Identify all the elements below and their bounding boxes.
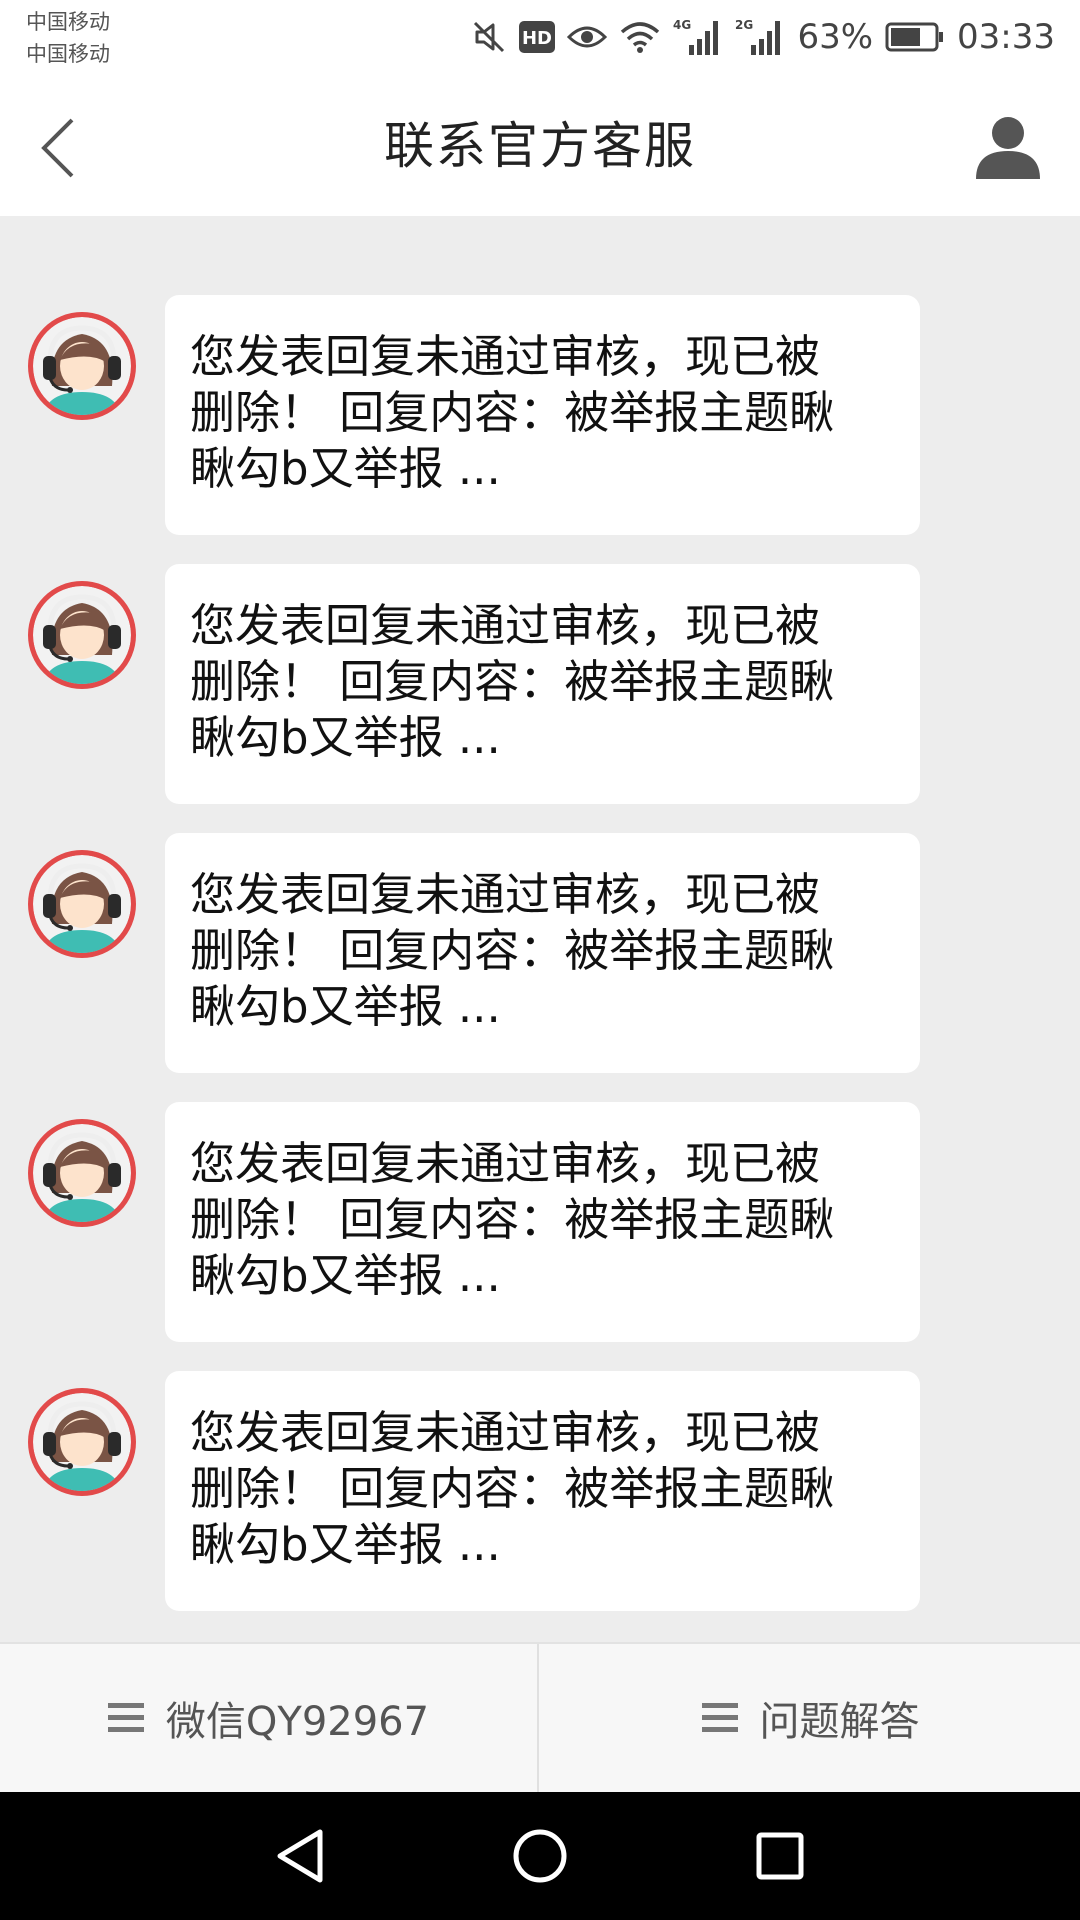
mute-icon [474, 21, 505, 53]
tab-faq[interactable]: 问题解答 [541, 1644, 1080, 1792]
message-text-line: 您发表回复未通过审核，现已被 [190, 1137, 821, 1190]
message-text-line: 您发表回复未通过审核，现已被 [190, 1406, 821, 1459]
svg-text:4G: 4G [673, 18, 691, 32]
message-text-line: 删除！ 回复内容：被举报主题瞅 [190, 386, 835, 439]
carrier-1: 中国移动 [26, 10, 110, 34]
nav-recents-button[interactable] [742, 1818, 818, 1894]
message-text-line: 瞅勾b又举报 ... [190, 711, 501, 764]
message-text-line: 瞅勾b又举报 ... [190, 1249, 501, 1302]
message-bubble[interactable]: 您发表回复未通过审核，现已被 删除！ 回复内容：被举报主题瞅 瞅勾b又举报 ... [165, 564, 920, 804]
menu-icon [107, 1703, 144, 1732]
message-bubble[interactable]: 您发表回复未通过审核，现已被 删除！ 回复内容：被举报主题瞅 瞅勾b又举报 ... [165, 1371, 920, 1611]
support-agent-avatar[interactable] [28, 581, 136, 689]
system-nav-bar [0, 1792, 1080, 1920]
support-agent-avatar[interactable] [28, 1119, 136, 1227]
tab-wechat-label: 微信QY92967 [165, 1699, 430, 1745]
recents-square-icon [756, 1832, 804, 1880]
message-bubble[interactable]: 您发表回复未通过审核，现已被 删除！ 回复内容：被举报主题瞅 瞅勾b又举报 ... [165, 1102, 920, 1342]
message-text-line: 删除！ 回复内容：被举报主题瞅 [190, 655, 835, 708]
back-triangle-icon [277, 1829, 323, 1883]
support-agent-avatar[interactable] [28, 1388, 136, 1496]
hd-badge-icon: HD [519, 21, 556, 53]
status-bar: 中国移动 中国移动 HD 4G 2G 63% 03:33 [0, 0, 1080, 78]
chat-message-list[interactable]: 您发表回复未通过审核，现已被 删除！ 回复内容：被举报主题瞅 瞅勾b又举报 ... 您… [0, 216, 1080, 1642]
svg-text:HD: HD [522, 28, 552, 49]
eye-icon [567, 26, 608, 48]
home-circle-icon [513, 1829, 567, 1883]
page-title: 联系官方客服 [384, 117, 696, 175]
message-text-line: 删除！ 回复内容：被举报主题瞅 [190, 1193, 835, 1246]
wifi-icon [621, 22, 660, 53]
message-text-line: 瞅勾b又举报 ... [190, 442, 501, 495]
carrier-2: 中国移动 [26, 42, 110, 66]
message-bubble[interactable]: 您发表回复未通过审核，现已被 删除！ 回复内容：被举报主题瞅 瞅勾b又举报 ... [165, 295, 920, 535]
nav-home-button[interactable] [502, 1818, 578, 1894]
svg-text:2G: 2G [735, 18, 753, 32]
nav-back-button[interactable] [262, 1818, 338, 1894]
status-icons: HD 4G 2G 63% 03:33 [471, 14, 1055, 60]
menu-icon [701, 1703, 738, 1732]
message-text-line: 您发表回复未通过审核，现已被 [190, 330, 821, 383]
battery-percent: 63% [797, 17, 874, 57]
clock: 03:33 [957, 17, 1055, 57]
message-text-line: 瞅勾b又举报 ... [190, 1518, 501, 1571]
tab-faq-label: 问题解答 [759, 1699, 920, 1745]
bottom-tab-bar: 微信QY92967 问题解答 [0, 1642, 1080, 1792]
battery-icon [885, 22, 944, 52]
signal-4g-icon: 4G [673, 18, 719, 55]
support-agent-avatar[interactable] [28, 850, 136, 958]
user-profile-button[interactable] [968, 106, 1048, 186]
signal-2g-icon: 2G [735, 18, 781, 55]
message-text-line: 删除！ 回复内容：被举报主题瞅 [190, 1462, 835, 1515]
app-header: 联系官方客服 [0, 78, 1080, 216]
tab-wechat[interactable]: 微信QY92967 [0, 1644, 539, 1792]
message-text-line: 删除！ 回复内容：被举报主题瞅 [190, 924, 835, 977]
carrier-labels: 中国移动 中国移动 [26, 6, 110, 70]
message-text-line: 您发表回复未通过审核，现已被 [190, 599, 821, 652]
user-icon [976, 117, 1040, 179]
message-text-line: 您发表回复未通过审核，现已被 [190, 868, 821, 921]
message-bubble[interactable]: 您发表回复未通过审核，现已被 删除！ 回复内容：被举报主题瞅 瞅勾b又举报 ... [165, 833, 920, 1073]
support-agent-avatar[interactable] [28, 312, 136, 420]
message-text-line: 瞅勾b又举报 ... [190, 980, 501, 1033]
